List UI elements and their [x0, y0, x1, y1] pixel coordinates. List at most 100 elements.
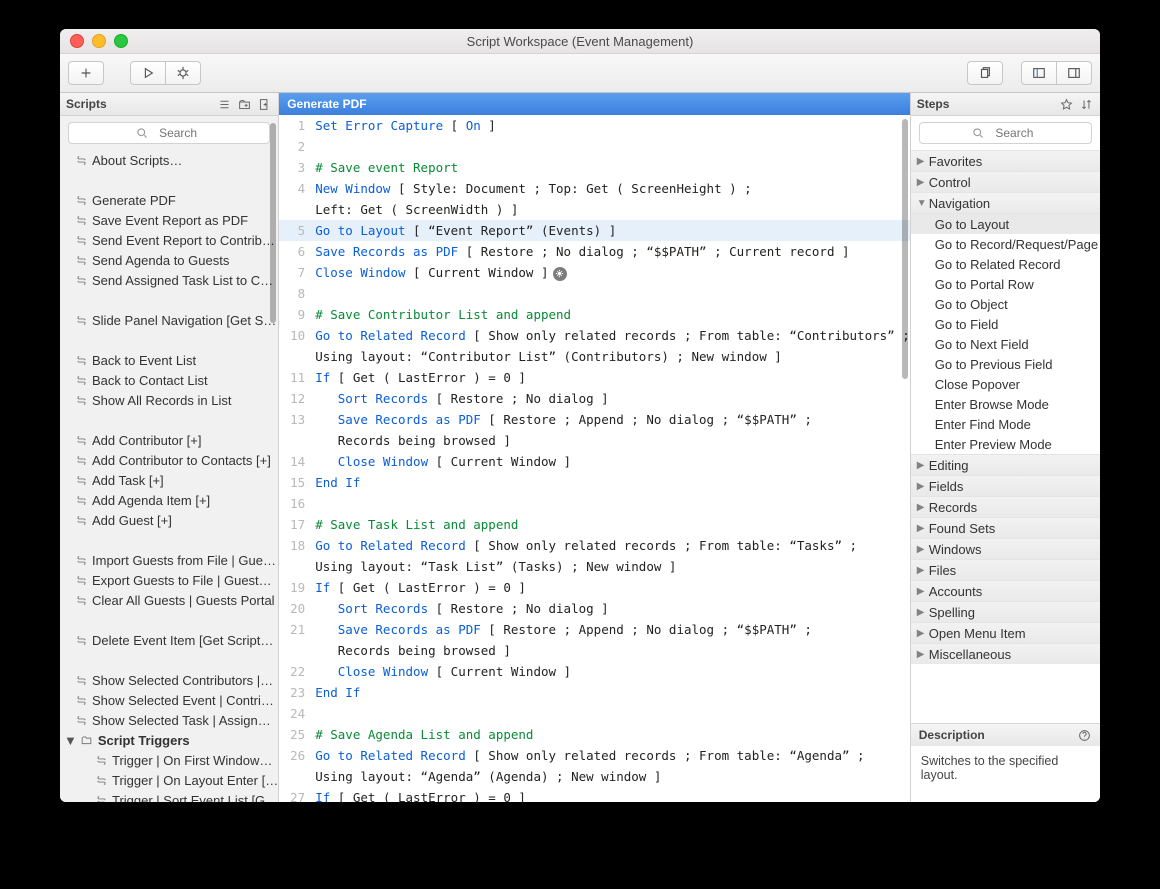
script-item[interactable]: About Scripts…	[60, 150, 278, 170]
script-item[interactable]: Send Event Report to Contrib…	[60, 230, 278, 250]
step-category[interactable]: ▶Files	[911, 559, 1100, 580]
step-item[interactable]: Go to Next Field	[911, 334, 1100, 354]
left-pane-toggle[interactable]	[1021, 61, 1057, 85]
new-folder-icon[interactable]	[236, 96, 252, 112]
step-category[interactable]: ▶Control	[911, 171, 1100, 192]
code-line[interactable]: Using layout: “Contributor List” (Contri…	[279, 346, 910, 367]
step-category[interactable]: ▶Spelling	[911, 601, 1100, 622]
step-category[interactable]: ▶Favorites	[911, 150, 1100, 171]
steps-search-input[interactable]	[919, 122, 1092, 144]
script-item[interactable]: Add Agenda Item [+]	[60, 490, 278, 510]
code-line[interactable]: 12 Sort Records [ Restore ; No dialog ]	[279, 388, 910, 409]
step-item[interactable]: Close Popover	[911, 374, 1100, 394]
script-item[interactable]: Trigger | On Layout Enter […	[60, 770, 278, 790]
code-line[interactable]: 1Set Error Capture [ On ]	[279, 115, 910, 136]
script-item[interactable]: Trigger | Sort Event List [G…	[60, 790, 278, 802]
code-line[interactable]: 21 Save Records as PDF [ Restore ; Appen…	[279, 619, 910, 640]
script-item[interactable]: Add Task [+]	[60, 470, 278, 490]
step-category[interactable]: ▶Windows	[911, 538, 1100, 559]
code-line[interactable]: 3# Save event Report	[279, 157, 910, 178]
code-line[interactable]: 17# Save Task List and append	[279, 514, 910, 535]
script-item[interactable]: Show Selected Contributors |…	[60, 670, 278, 690]
step-item[interactable]: Go to Record/Request/Page	[911, 234, 1100, 254]
help-icon[interactable]	[1076, 727, 1092, 743]
script-item[interactable]: Show Selected Task | Assign…	[60, 710, 278, 730]
script-item[interactable]: Send Assigned Task List to C…	[60, 270, 278, 290]
code-line[interactable]: 2	[279, 136, 910, 157]
copy-button[interactable]	[967, 61, 1003, 85]
favorite-icon[interactable]	[1058, 96, 1074, 112]
steps-list[interactable]: ▶Favorites▶Control▼NavigationGo to Layou…	[911, 150, 1100, 723]
step-category[interactable]: ▶Records	[911, 496, 1100, 517]
code-line[interactable]: Records being browsed ]	[279, 640, 910, 661]
script-item[interactable]: Back to Contact List	[60, 370, 278, 390]
script-item[interactable]: Generate PDF	[60, 190, 278, 210]
step-item[interactable]: Enter Preview Mode	[911, 434, 1100, 454]
debug-button[interactable]	[165, 61, 201, 85]
step-category[interactable]: ▼Navigation	[911, 192, 1100, 214]
code-line[interactable]: 23End If	[279, 682, 910, 703]
step-category[interactable]: ▶Fields	[911, 475, 1100, 496]
script-item[interactable]: Add Guest [+]	[60, 510, 278, 530]
new-script-icon[interactable]	[256, 96, 272, 112]
code-line[interactable]: 24	[279, 703, 910, 724]
scripts-scrollbar[interactable]	[270, 123, 276, 623]
code-line[interactable]: Left: Get ( ScreenWidth ) ]	[279, 199, 910, 220]
code-line[interactable]: 25# Save Agenda List and append	[279, 724, 910, 745]
scripts-search-input[interactable]	[68, 122, 270, 144]
scripts-list[interactable]: About Scripts… Generate PDFSave Event Rep…	[60, 150, 278, 802]
step-item[interactable]: Go to Layout	[911, 214, 1100, 234]
script-item[interactable]: Add Contributor to Contacts [+]	[60, 450, 278, 470]
step-item[interactable]: Enter Find Mode	[911, 414, 1100, 434]
code-line[interactable]: 7Close Window [ Current Window ]	[279, 262, 910, 283]
script-item[interactable]: Clear All Guests | Guests Portal	[60, 590, 278, 610]
code-line[interactable]: 15End If	[279, 472, 910, 493]
code-line[interactable]: Records being browsed ]	[279, 430, 910, 451]
step-item[interactable]: Go to Previous Field	[911, 354, 1100, 374]
code-line[interactable]: 4New Window [ Style: Document ; Top: Get…	[279, 178, 910, 199]
step-category[interactable]: ▶Accounts	[911, 580, 1100, 601]
run-button[interactable]	[130, 61, 166, 85]
script-item[interactable]: Show All Records in List	[60, 390, 278, 410]
step-category[interactable]: ▶Open Menu Item	[911, 622, 1100, 643]
script-folder[interactable]: ▼Script Triggers	[60, 730, 278, 750]
code-line[interactable]: 13 Save Records as PDF [ Restore ; Appen…	[279, 409, 910, 430]
gear-icon[interactable]	[553, 267, 567, 281]
code-line[interactable]: 5Go to Layout [ “Event Report” (Events) …	[279, 220, 910, 241]
code-line[interactable]: 19If [ Get ( LastError ) = 0 ]	[279, 577, 910, 598]
titlebar[interactable]: Script Workspace (Event Management)	[60, 29, 1100, 54]
step-item[interactable]: Go to Object	[911, 294, 1100, 314]
minimize-icon[interactable]	[92, 34, 106, 48]
script-item[interactable]: Slide Panel Navigation [Get S…	[60, 310, 278, 330]
close-icon[interactable]	[70, 34, 84, 48]
code-line[interactable]: 27If [ Get ( LastError ) = 0 ]	[279, 787, 910, 802]
code-line[interactable]: 10Go to Related Record [ Show only relat…	[279, 325, 910, 346]
zoom-icon[interactable]	[114, 34, 128, 48]
sort-icon[interactable]	[1078, 96, 1094, 112]
step-category[interactable]: ▶Miscellaneous	[911, 643, 1100, 664]
code-line[interactable]: 9# Save Contributor List and append	[279, 304, 910, 325]
script-item[interactable]: Show Selected Event | Contri…	[60, 690, 278, 710]
script-item[interactable]: Trigger | On First Window…	[60, 750, 278, 770]
step-category[interactable]: ▶Found Sets	[911, 517, 1100, 538]
step-item[interactable]: Go to Related Record	[911, 254, 1100, 274]
script-editor[interactable]: 1Set Error Capture [ On ]23# Save event …	[279, 115, 910, 802]
script-item[interactable]: Back to Event List	[60, 350, 278, 370]
code-line[interactable]: 11If [ Get ( LastError ) = 0 ]	[279, 367, 910, 388]
script-item[interactable]: Send Agenda to Guests	[60, 250, 278, 270]
script-item[interactable]: Import Guests from File | Gue…	[60, 550, 278, 570]
code-line[interactable]: Using layout: “Agenda” (Agenda) ; New wi…	[279, 766, 910, 787]
code-line[interactable]: 18Go to Related Record [ Show only relat…	[279, 535, 910, 556]
code-line[interactable]: 6Save Records as PDF [ Restore ; No dial…	[279, 241, 910, 262]
right-pane-toggle[interactable]	[1056, 61, 1092, 85]
code-line[interactable]: 8	[279, 283, 910, 304]
code-line[interactable]: 20 Sort Records [ Restore ; No dialog ]	[279, 598, 910, 619]
script-item[interactable]: Export Guests to File | Guest…	[60, 570, 278, 590]
code-line[interactable]: Using layout: “Task List” (Tasks) ; New …	[279, 556, 910, 577]
script-item[interactable]: Delete Event Item [Get Script…	[60, 630, 278, 650]
step-item[interactable]: Go to Portal Row	[911, 274, 1100, 294]
list-icon[interactable]	[216, 96, 232, 112]
new-script-button[interactable]	[68, 61, 104, 85]
script-item[interactable]: Save Event Report as PDF	[60, 210, 278, 230]
step-item[interactable]: Enter Browse Mode	[911, 394, 1100, 414]
